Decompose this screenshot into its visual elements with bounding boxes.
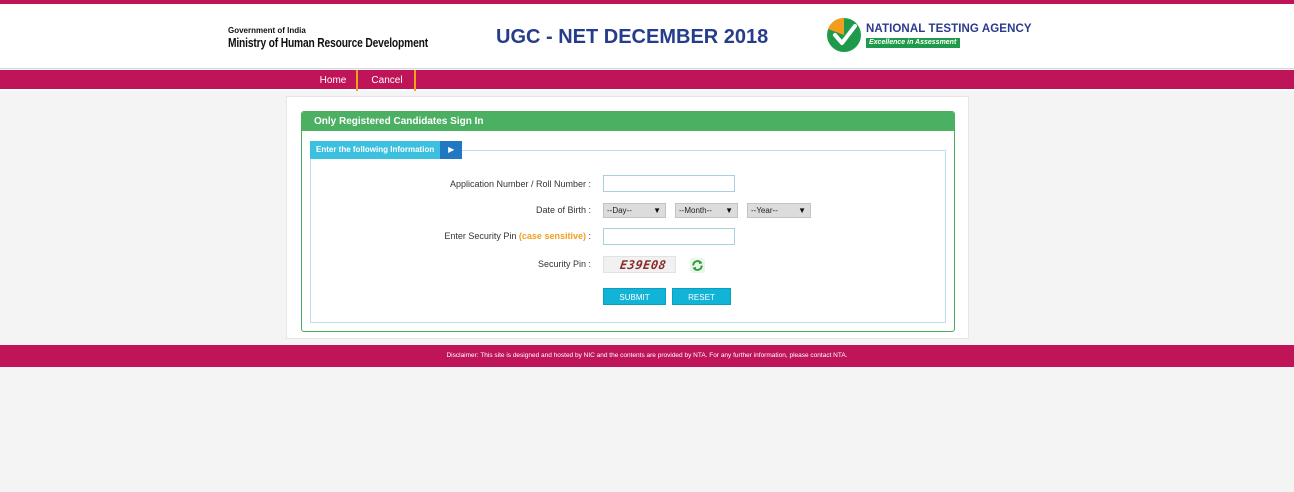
captcha-image: E39E08 xyxy=(603,256,676,273)
info-fieldset: Enter the following Information ▶ Applic… xyxy=(310,141,946,323)
case-sensitive-note: (case sensitive) xyxy=(518,231,586,241)
nav-cancel-link[interactable]: Cancel xyxy=(360,70,416,91)
security-pin-entry-text: Enter Security Pin xyxy=(444,231,517,241)
security-pin-input[interactable] xyxy=(603,228,735,245)
dropdown-arrow-icon: ▼ xyxy=(725,206,733,215)
legend-text: Enter the following Information xyxy=(310,141,441,159)
dob-year-select[interactable]: --Year-- ▼ xyxy=(747,203,811,218)
captcha-text: E39E08 xyxy=(619,258,668,272)
nta-title: NATIONAL TESTING AGENCY xyxy=(866,23,1032,35)
page-title: UGC - NET DECEMBER 2018 xyxy=(496,26,769,48)
signin-card: Only Registered Candidates Sign In Enter… xyxy=(286,96,969,339)
dob-year-value: --Year-- xyxy=(751,206,778,215)
nta-logo-icon xyxy=(827,17,861,52)
ministry-logo: Government of India Ministry of Human Re… xyxy=(226,9,428,67)
reset-button[interactable]: RESET xyxy=(672,288,731,305)
play-arrow-icon: ▶ xyxy=(440,141,463,159)
main-navbar: Home Cancel xyxy=(0,70,1294,91)
date-of-birth-label: Date of Birth : xyxy=(535,205,591,215)
dob-month-select[interactable]: --Month-- ▼ xyxy=(675,203,738,218)
refresh-captcha-icon[interactable] xyxy=(690,258,705,273)
application-number-input[interactable] xyxy=(603,175,735,192)
submit-button[interactable]: SUBMIT xyxy=(603,288,666,305)
security-pin-label: Security Pin : xyxy=(537,259,591,269)
signin-panel: Only Registered Candidates Sign In Enter… xyxy=(301,111,955,332)
application-number-label: Application Number / Roll Number : xyxy=(449,179,591,189)
dropdown-arrow-icon: ▼ xyxy=(798,206,806,215)
ministry-caption: Government of India xyxy=(228,26,306,35)
dob-day-select[interactable]: --Day-- ▼ xyxy=(603,203,666,218)
site-header: Government of India Ministry of Human Re… xyxy=(0,4,1294,69)
nav-home-link[interactable]: Home xyxy=(310,70,358,91)
label-colon: : xyxy=(588,231,591,241)
panel-title: Only Registered Candidates Sign In xyxy=(302,112,954,131)
security-pin-entry-label: Enter Security Pin (case sensitive) : xyxy=(444,231,591,241)
dob-month-value: --Month-- xyxy=(679,206,712,215)
dob-day-value: --Day-- xyxy=(607,206,632,215)
dropdown-arrow-icon: ▼ xyxy=(653,206,661,215)
nta-tagline: Excellence in Assessment xyxy=(866,38,960,48)
ministry-name: Ministry of Human Resource Development xyxy=(228,36,428,50)
nta-logo: NATIONAL TESTING AGENCY Excellence in As… xyxy=(826,17,1032,53)
fieldset-legend: Enter the following Information ▶ xyxy=(310,141,463,159)
footer-disclaimer: Disclaimer: This site is designed and ho… xyxy=(0,345,1294,367)
